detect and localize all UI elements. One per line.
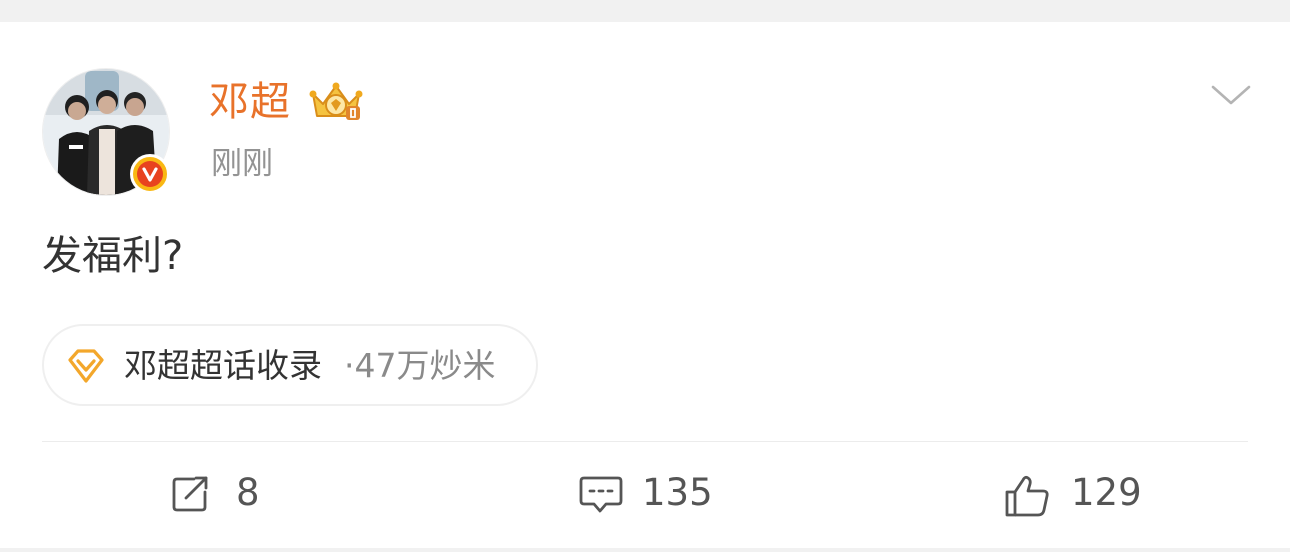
vip-crown-icon[interactable] <box>307 78 365 124</box>
like-count: 129 <box>1071 471 1142 514</box>
thumbs-up-icon <box>1005 475 1049 517</box>
repost-button[interactable]: 8 <box>170 468 280 520</box>
super-topic-name: 邓超超话收录 <box>124 346 322 385</box>
author-avatar[interactable] <box>42 68 170 196</box>
diamond-icon <box>66 348 106 384</box>
comment-icon <box>579 476 623 513</box>
comment-button[interactable]: 135 <box>578 468 738 520</box>
like-button[interactable]: 129 <box>1003 468 1163 520</box>
repost-count: 8 <box>236 471 260 514</box>
repost-icon <box>172 476 208 512</box>
verified-v-icon <box>130 154 170 194</box>
super-topic-chip[interactable]: 邓超超话收录 ·47万炒米 <box>42 324 538 406</box>
action-divider <box>42 441 1248 442</box>
comment-count: 135 <box>642 471 713 514</box>
post-timestamp: 刚刚 <box>211 146 273 182</box>
author-name[interactable]: 邓超 <box>209 78 291 126</box>
super-topic-stats: ·47万炒米 <box>344 346 496 385</box>
post-content: 发福利? <box>42 233 184 279</box>
chevron-down-icon[interactable] <box>1208 78 1254 110</box>
weibo-post-card: 邓超 刚刚 发福利? 邓超超话收录 ·47万炒米 8 135 129 <box>0 22 1290 548</box>
